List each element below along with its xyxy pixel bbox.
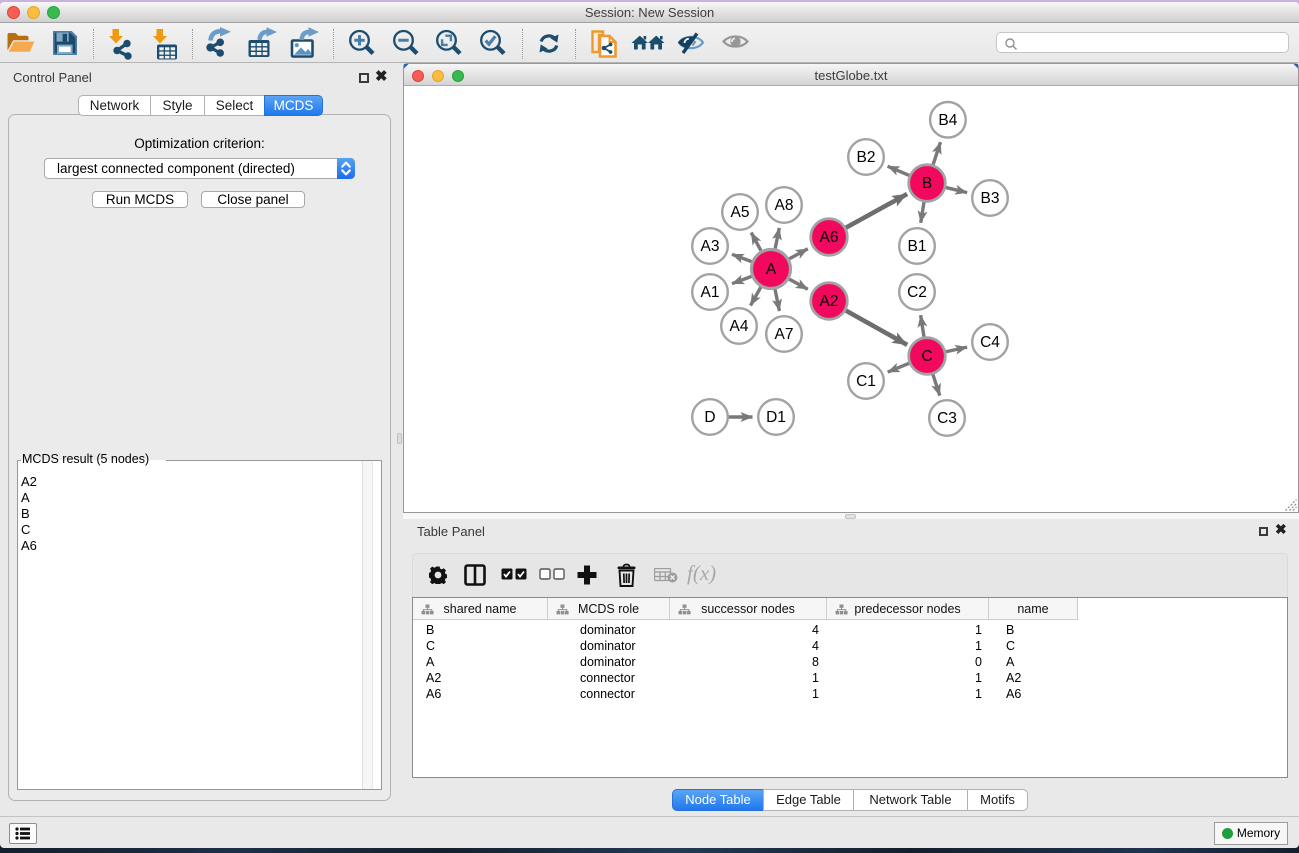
svg-text:B: B — [922, 175, 932, 192]
svg-text:C4: C4 — [980, 334, 1000, 351]
svg-text:A6: A6 — [820, 229, 839, 246]
svg-text:D: D — [704, 409, 715, 426]
svg-text:A7: A7 — [775, 326, 794, 343]
svg-text:C: C — [921, 348, 932, 365]
svg-text:A: A — [766, 261, 777, 278]
svg-text:C3: C3 — [937, 410, 957, 427]
svg-text:A1: A1 — [701, 284, 720, 301]
svg-text:B3: B3 — [981, 190, 1000, 207]
svg-text:B2: B2 — [857, 149, 876, 166]
svg-text:B1: B1 — [908, 238, 927, 255]
svg-text:A8: A8 — [775, 197, 794, 214]
svg-text:C2: C2 — [907, 284, 927, 301]
svg-text:A3: A3 — [701, 238, 720, 255]
svg-text:D1: D1 — [766, 409, 786, 426]
svg-text:B4: B4 — [938, 112, 957, 129]
svg-text:A2: A2 — [820, 293, 839, 310]
svg-text:C1: C1 — [856, 373, 876, 390]
svg-text:A5: A5 — [731, 204, 750, 221]
svg-text:A4: A4 — [730, 318, 749, 335]
